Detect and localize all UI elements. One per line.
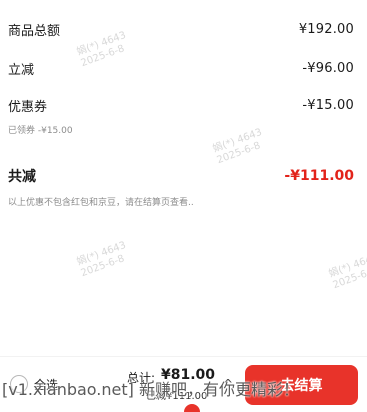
instant-discount-row: 立减 -¥96.00 bbox=[8, 59, 354, 78]
goods-total-row: 商品总额 ¥192.00 bbox=[8, 20, 354, 39]
watermark: 娟(*) 4643 2025-6-8 bbox=[75, 239, 128, 280]
coupon-note: 已领券 -¥15.00 bbox=[8, 126, 73, 136]
watermark: 娟(*) 4643 2025-6-8 bbox=[327, 251, 367, 292]
watermark: 娟(*) 4643 2025-6-8 bbox=[211, 126, 264, 167]
coupon-value: -¥15.00 bbox=[302, 98, 354, 113]
goods-total-label: 商品总额 bbox=[8, 24, 61, 39]
total-reduction-value: -¥111.00 bbox=[284, 168, 354, 184]
total-note: 以上优惠不包含红包和京豆，请在结算页查看.. bbox=[8, 198, 194, 208]
total-reduction-row: 共减 -¥111.00 bbox=[8, 166, 354, 186]
instant-discount-label: 立减 bbox=[8, 63, 35, 78]
coupon-row: 优惠券 -¥15.00 bbox=[8, 96, 354, 115]
instant-discount-value: -¥96.00 bbox=[302, 61, 354, 76]
total-reduction-label: 共减 bbox=[8, 169, 36, 185]
overlay-banner-text: [v1.xianbao.net] 新赚吧，有你更精彩！ bbox=[2, 380, 299, 399]
goods-total-value: ¥192.00 bbox=[298, 22, 354, 37]
coupon-label: 优惠券 bbox=[8, 100, 48, 115]
